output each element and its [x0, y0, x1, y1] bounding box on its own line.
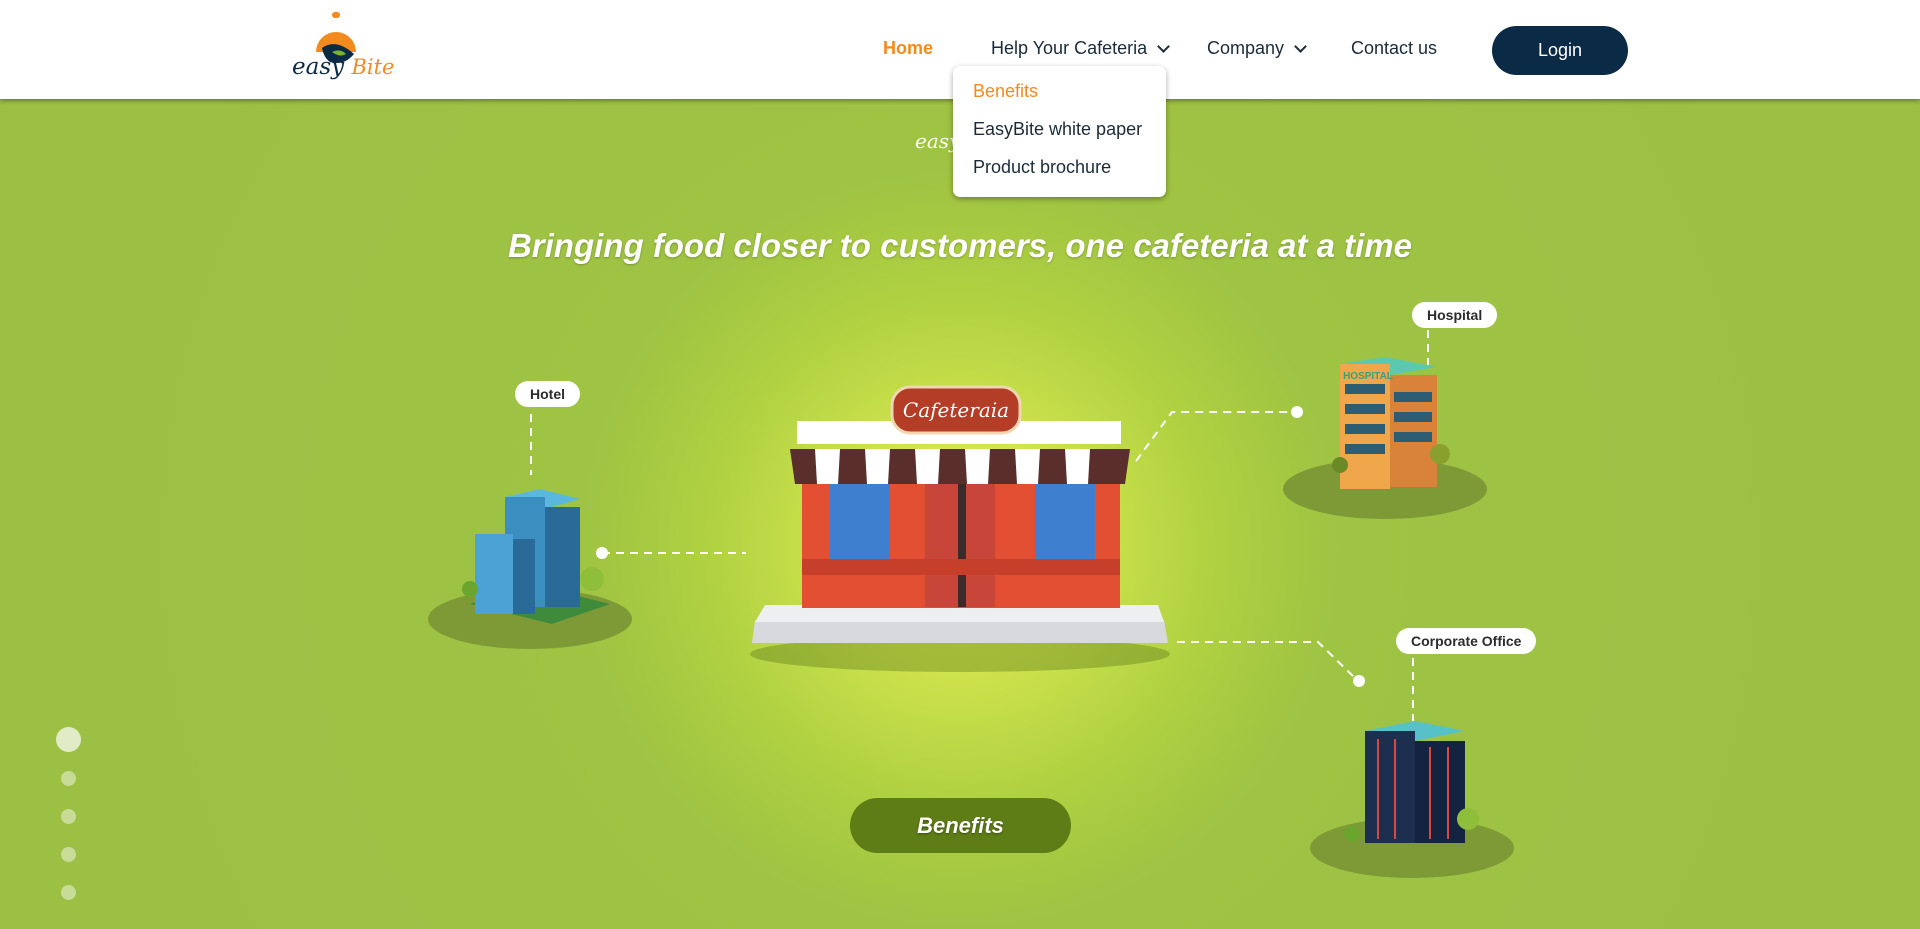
label-corporate-office: Corporate Office [1396, 628, 1537, 654]
chevron-down-icon [1157, 40, 1170, 53]
slide-dot-5[interactable] [61, 885, 76, 900]
hospital-sign-text: HOSPITAL [1343, 371, 1393, 382]
nav-company-label: Company [1207, 38, 1285, 58]
hotel-building [428, 489, 632, 649]
slide-dot-2[interactable] [61, 771, 76, 786]
label-hotel: Hotel [515, 381, 580, 407]
slide-dot-3[interactable] [61, 809, 76, 824]
nav-contact-us[interactable]: Contact us [1351, 38, 1437, 59]
slide-dot-1[interactable] [56, 727, 81, 752]
nav-company[interactable]: Company [1207, 38, 1307, 59]
nav-help-label: Help Your Cafeteria [991, 38, 1148, 58]
hospital-building: HOSPITAL [1283, 357, 1487, 519]
label-hospital: Hospital [1412, 302, 1498, 328]
corporate-office-building [1310, 721, 1514, 878]
login-button[interactable]: Login [1492, 26, 1628, 75]
dropdown-item-white-paper[interactable]: EasyBite white paper [973, 119, 1142, 140]
dropdown-item-benefits[interactable]: Benefits [973, 81, 1038, 102]
awning-stripes [790, 449, 1130, 484]
benefits-cta-button[interactable]: Benefits [850, 798, 1071, 853]
help-dropdown-menu: Benefits EasyBite white paper Product br… [953, 66, 1166, 197]
easybite-logo[interactable]: easy Bite [288, 8, 400, 92]
cafeteria-sign-text: Cafeteraia [903, 398, 1009, 422]
hero-section: easy Bringing food closer to customers, … [0, 99, 1920, 929]
dropdown-item-product-brochure[interactable]: Product brochure [973, 157, 1111, 178]
chevron-down-icon [1294, 40, 1307, 53]
slide-dot-4[interactable] [61, 847, 76, 862]
nav-home[interactable]: Home [883, 38, 933, 59]
nav-help-your-cafeteria[interactable]: Help Your Cafeteria [991, 38, 1170, 59]
cafeteria-building: Cafeteraia [750, 385, 1170, 672]
logo-wordmark: easy Bite [292, 54, 395, 80]
